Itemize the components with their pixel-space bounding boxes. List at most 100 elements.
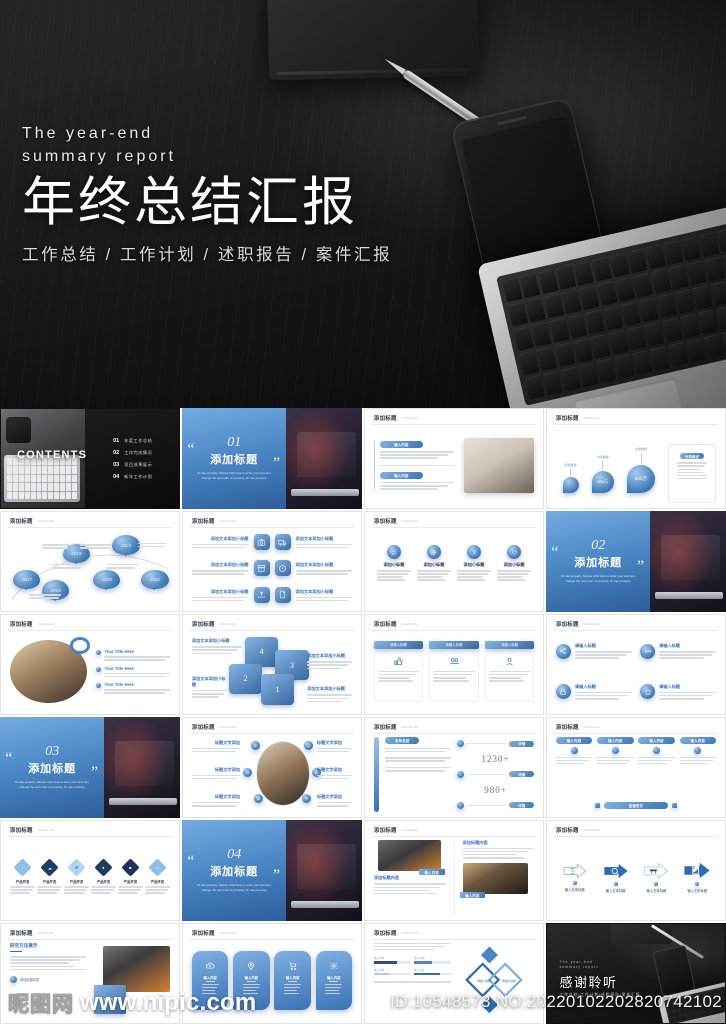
slide-thumb-two-photos[interactable]: 添加标题 Add the title 输入内容 添加标题内容 添加标题内容 输入… <box>364 820 544 921</box>
slide-thumb-divider-01[interactable]: “ ” 01 添加标题 Or use properly, Mouse click… <box>182 408 362 509</box>
slide-thumb-icon-grid[interactable]: 添加标题 Add the title 添加文本添加小标题 添加文本添加小标题 添… <box>182 511 362 612</box>
arrow-item[interactable]: 输入文本标题 <box>678 861 716 893</box>
diamond-item[interactable]: ☁ 产品开发 <box>36 858 63 894</box>
slide-header: 添加标题 Add the title <box>10 517 170 525</box>
research-stat-card: 输入内容 <box>94 984 126 1014</box>
keycap <box>7 457 13 466</box>
bubble-label: 右侧数据 <box>635 447 648 452</box>
list-item[interactable]: 01 年度工作总结 <box>113 438 179 444</box>
icon-row[interactable]: 请输入标题 <box>640 674 717 709</box>
slide-header: 添加标题 Add the title <box>10 929 170 937</box>
slide-thumb-numbered-cards[interactable]: 添加标题 Add the title 4 3 2 1 添加文本添加小标题 添加文… <box>182 614 362 715</box>
keycap <box>13 491 19 500</box>
numbered-card[interactable]: 1 <box>260 674 295 705</box>
info-card[interactable]: 请输入标题 <box>429 640 479 709</box>
feature-item[interactable]: 添加小标题 <box>377 545 411 581</box>
archive-icon[interactable] <box>253 560 270 577</box>
contents-list: 01 年度工作总结 02 工作完成情况 03 项目成果展示 04 新年工作计划 <box>84 409 179 508</box>
diamond-label: 产品开发 <box>150 880 165 885</box>
timeline-node[interactable]: 2022 <box>141 569 169 591</box>
bullet-item: Your Title Here <box>96 666 171 678</box>
pill-step[interactable]: 输入内容 <box>555 736 593 765</box>
petal-card[interactable]: 输入内容 <box>233 951 270 1010</box>
detail-button[interactable]: 详情 <box>509 802 535 809</box>
diamond-item[interactable]: ⚙ 产品开发 <box>63 858 90 894</box>
slide-thumb-four-pills[interactable]: 添加标题 Add the title 输入内容 输入内容 输入内容 <box>546 717 726 818</box>
slide-thumb-diamond-row[interactable]: 添加标题 Add the title i 产品开发 ☁ 产品开发 ⚙ 产品开发 … <box>0 820 180 921</box>
slide-thumb-petal-cards[interactable]: 添加标题 Add the title 输入内容 输入内容 <box>182 923 362 1024</box>
person-badge-icon <box>489 656 530 668</box>
slide-thumb-stats[interactable]: 添加标题 Add the title 全年总结 详情 1230+ <box>364 717 544 818</box>
slide-thumb-photo-bullets[interactable]: 添加标题 Add the title Your Title Here <box>0 614 180 715</box>
list-item[interactable]: 04 新年工作计划 <box>113 474 179 480</box>
slide-thumb-2x2-icons[interactable]: 添加标题 Add the title 请输入标题 请输入标题 <box>546 614 726 715</box>
info-card[interactable]: 请输入标题 <box>484 640 535 709</box>
feature-item[interactable]: 添加小标题 <box>457 545 491 581</box>
hub-node-icon[interactable] <box>304 741 314 751</box>
pill-step[interactable]: 输入内容 <box>597 736 634 765</box>
slide-thumb-diamond-chain[interactable]: 添加标题 Add the title 输入内容 输入内容 <box>364 923 544 1024</box>
diamond-item[interactable]: i 产品开发 <box>9 858 36 894</box>
slide-thumb-timeline[interactable]: 添加标题 Add the title 2017 2018 2019 2020 2… <box>0 511 180 612</box>
slide-thumb-arrows[interactable]: 添加标题 Add the title 输入文本标题 输入文本标题 <box>546 820 726 921</box>
next-icon[interactable] <box>672 803 678 809</box>
slide-thumb-contents[interactable]: CONTENTS 01 年度工作总结 02 工作完成情况 03 项目成果展示 0… <box>0 408 180 509</box>
feature-item[interactable]: 添加小标题 <box>417 545 451 581</box>
upload-icon[interactable] <box>253 586 270 603</box>
icon-row[interactable]: 请输入标题 <box>555 634 632 669</box>
slide-thumb-four-circles[interactable]: 添加标题 Add the title 添加小标题 添加小标题 <box>364 511 544 612</box>
prev-icon[interactable] <box>594 803 600 809</box>
diamond-item[interactable]: ☼ 产品开发 <box>144 858 171 894</box>
numbered-card[interactable]: 2 <box>228 663 263 694</box>
view-more-button[interactable]: 查看更多 <box>603 802 669 810</box>
slide-subtitle-en: Add the title <box>583 416 600 420</box>
divider-number: 01 <box>227 435 242 451</box>
slide-thumb-divider-04[interactable]: “ ” 04 添加标题 Or use properly, Mouse click… <box>182 820 362 921</box>
pill-step[interactable]: 输入内容 <box>638 736 675 765</box>
icon-row[interactable]: 请输入标题 <box>555 674 632 709</box>
list-item[interactable]: 03 项目成果展示 <box>113 462 179 468</box>
pill-track: 输入内容 输入内容 输入内容 输入内容 <box>555 736 717 765</box>
bullet-list: Your Title Here Your Title Here Your Tit… <box>96 649 171 694</box>
petal-card[interactable]: 输入内容 <box>274 951 311 1010</box>
diamond-caption: 添加小标题 <box>501 978 516 983</box>
petal-card[interactable]: 输入内容 <box>315 951 353 1010</box>
slide-thumb-thanks[interactable]: The year-end summary report 感谢聆听 工作总结/工作… <box>546 923 726 1024</box>
keycap <box>36 466 42 474</box>
icon-caption: 添加文本添加小标题 <box>191 562 249 575</box>
slide-thumb-divider-02[interactable]: “ ” 02 添加标题 Or use properly, Mouse click… <box>546 511 726 612</box>
camera-icon[interactable] <box>253 534 270 550</box>
hub-node-icon[interactable] <box>302 793 312 803</box>
petal-card[interactable]: 输入内容 <box>191 951 229 1010</box>
content-pill: 输入内容 <box>379 441 423 449</box>
arrow-item[interactable]: 输入文本标题 <box>597 862 635 893</box>
numbered-card[interactable]: 4 <box>244 636 279 667</box>
document-icon[interactable] <box>274 586 291 603</box>
icon-row[interactable]: 请输入标题 <box>640 634 717 669</box>
hub-node-icon[interactable] <box>251 741 261 751</box>
bubble-stem <box>602 461 604 471</box>
list-item[interactable]: 02 工作完成情况 <box>113 450 179 456</box>
diamond-item[interactable]: ■ 产品开发 <box>117 858 144 894</box>
feature-item[interactable]: 添加小标题 <box>497 545 531 581</box>
detail-button[interactable]: 详情 <box>509 740 535 747</box>
arrow-item[interactable]: 输入文本标题 <box>556 863 594 892</box>
detail-button[interactable]: 详情 <box>509 771 535 778</box>
diamond-item[interactable]: ● 产品开发 <box>90 858 117 894</box>
slide-thumb-text-image[interactable]: 添加标题 Add the title 输入内容 输入内容 <box>364 408 544 509</box>
hub-node-icon[interactable] <box>254 793 264 803</box>
slide-thumb-circular-hub[interactable]: 添加标题 Add the title 标题文字添加 标题文字添加 标题文字添加 <box>182 717 362 818</box>
slide-thumb-research-method[interactable]: 添加标题 Add the title 研究方法展示 添加标题内容 输入内容 <box>0 923 180 1024</box>
timeline-node[interactable]: 2021 <box>112 535 140 556</box>
hub-node-icon[interactable] <box>243 768 253 778</box>
info-card[interactable]: 请输入标题 <box>373 640 424 709</box>
slide-thumb-divider-03[interactable]: “ ” 03 添加标题 Or use properly, Mouse click… <box>0 717 180 818</box>
caption-title: 标题文字添加 <box>316 793 343 799</box>
pill-step[interactable]: 输入内容 <box>679 736 717 765</box>
slide-thumb-bubble-chart[interactable]: 添加标题 Add the title 添加数据 中间数据 300万 右侧数据 <box>546 408 726 509</box>
slide-thumb-three-cards[interactable]: 添加标题 Add the title 请输入标题 请输入标题 <box>364 614 544 715</box>
slide-header: 添加标题 Add the title <box>374 723 534 731</box>
arrow-item[interactable]: 输入文本标题 <box>638 862 676 893</box>
truck-icon[interactable] <box>274 534 291 550</box>
clock-icon[interactable] <box>274 560 291 577</box>
